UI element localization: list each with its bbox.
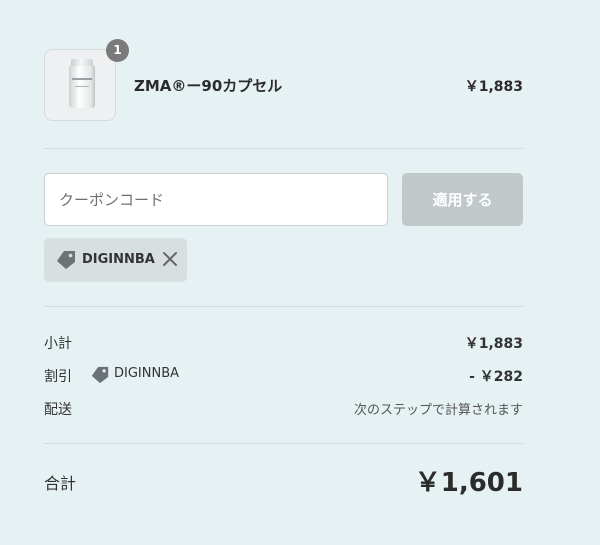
shipping-label: 配送 [44, 402, 72, 418]
divider [44, 306, 523, 307]
tag-icon [90, 365, 110, 389]
product-thumbnail: 1 [44, 39, 129, 121]
subtotal-value: ￥1,883 [464, 336, 523, 352]
tag-icon [55, 250, 77, 274]
total-value: ￥1,601 [414, 468, 523, 498]
applied-coupon-code: DIGINNBA [82, 252, 155, 267]
shipping-row: 配送 次のステップで計算されます [44, 399, 523, 421]
product-bottle-image [69, 59, 95, 108]
product-name: ZMA®ー90カプセル [134, 77, 283, 95]
subtotal-row: 小計 ￥1,883 [44, 333, 523, 355]
discount-label: 割引 [44, 369, 72, 385]
divider [44, 443, 523, 444]
discount-value: - ￥282 [469, 369, 523, 385]
close-icon[interactable] [161, 250, 179, 268]
applied-coupon-tag: DIGINNBA [44, 238, 187, 282]
shipping-value: 次のステップで計算されます [353, 403, 523, 418]
apply-coupon-button[interactable]: 適用する [402, 173, 523, 226]
quantity-badge: 1 [106, 39, 129, 62]
divider [44, 148, 523, 149]
subtotal-label: 小計 [44, 336, 72, 352]
coupon-code-input[interactable] [44, 173, 388, 226]
product-price: ￥1,883 [464, 79, 523, 95]
total-label: 合計 [44, 474, 77, 493]
line-item: 1 ZMA®ー90カプセル ￥1,883 [44, 39, 523, 122]
discount-code: DIGINNBA [114, 366, 180, 381]
discount-row: 割引 DIGINNBA - ￥282 [44, 366, 523, 388]
